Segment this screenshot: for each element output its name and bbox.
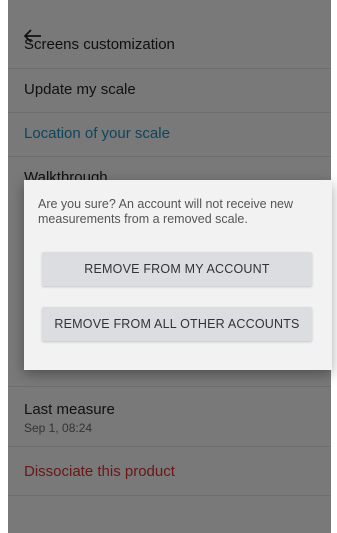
remove-from-my-account-button[interactable]: REMOVE FROM MY ACCOUNT	[42, 252, 312, 286]
remove-from-all-other-accounts-button[interactable]: REMOVE FROM ALL OTHER ACCOUNTS	[42, 307, 312, 341]
dialog-message: Are you sure? An account will not receiv…	[38, 197, 293, 226]
confirm-dialog: Are you sure? An account will not receiv…	[24, 180, 332, 370]
